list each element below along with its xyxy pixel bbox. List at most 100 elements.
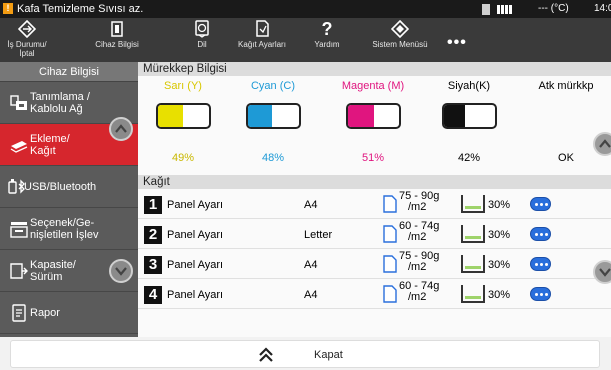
sidebar-item-label: USB/Bluetooth (24, 181, 97, 193)
paper-icon (383, 285, 397, 303)
paper-row[interactable]: 2 Panel Ayarı Letter 60 - 74g/m2 30% (138, 219, 611, 249)
paper-source-number: 2 (144, 226, 162, 244)
status-bar: ! Kafa Temizleme Sıvısı az. --- (°C) 14:… (0, 0, 611, 18)
ink-name: Cyan (C) (250, 80, 295, 92)
paper-row[interactable]: 4 Panel Ayarı A4 60 - 74g/m2 30% (138, 279, 611, 309)
paper-weight: 60 - 74g/m2 (399, 221, 439, 243)
sidebar-title: Cihaz Bilgisi (0, 62, 138, 82)
sidebar-item-option[interactable]: Seçenek/Ge- nişletilen İşlev (0, 208, 138, 250)
tray-level-icon (461, 285, 485, 303)
paper-weight: 75 - 90g/m2 (399, 191, 439, 213)
language-button[interactable]: Dil (190, 20, 214, 49)
tray-percent: 30% (488, 199, 511, 211)
paper-weight-line2: /m2 (408, 201, 427, 213)
main-panel: Mürekkep Bilgisi Sarı (Y) 49% Cyan (C) 4… (138, 62, 611, 337)
help-icon: ? (321, 19, 333, 39)
paper-source-number: 4 (144, 286, 162, 304)
chevron-up-icon (115, 124, 127, 133)
sidebar-item-usb-bluetooth[interactable]: USB/Bluetooth (0, 166, 138, 208)
ink-section: Sarı (Y) 49% Cyan (C) 48% Magenta (M) 51… (138, 76, 611, 175)
ink-section-title: Mürekkep Bilgisi (138, 62, 611, 76)
ink-name: Siyah(K) (447, 80, 491, 92)
job-status-label-1: İş Durumu/ (7, 40, 47, 49)
tray-level-icon (461, 225, 485, 243)
close-button[interactable]: Kapat (10, 340, 600, 368)
paper-size: Letter (304, 229, 333, 241)
help-label: Yardım (314, 40, 340, 49)
paper-source-number: 1 (144, 196, 162, 214)
chevron-up-icon (599, 139, 611, 148)
sidebar-scroll-up-button[interactable] (109, 117, 133, 141)
ink-percent: 49% (171, 152, 195, 164)
ink-scroll-up-button[interactable] (593, 132, 611, 156)
chevron-down-icon (599, 268, 611, 277)
device-info-button[interactable]: Cihaz Bilgisi (89, 20, 145, 49)
job-status-button[interactable]: İş Durumu/ İptal (6, 19, 48, 58)
more-button[interactable]: ••• (447, 34, 467, 52)
ink-gauge (156, 103, 211, 129)
close-label: Kapat (314, 349, 343, 361)
tray-level-icon (461, 195, 485, 213)
system-menu-label: Sistem Menüsü (372, 40, 428, 49)
sidebar-scroll-down-button[interactable] (109, 259, 133, 283)
ink-name: Atk mürkkp (538, 80, 594, 92)
sidebar-item-report[interactable]: Rapor (0, 292, 138, 334)
help-button[interactable]: ? Yardım (307, 20, 347, 49)
device-info-icon (108, 20, 126, 38)
paper-source-number: 3 (144, 256, 162, 274)
more-options-button[interactable] (530, 227, 551, 241)
temperature-readout: --- (°C) (538, 3, 569, 14)
paper-weight: 60 - 74g/m2 (399, 281, 439, 303)
paper-list: 1 Panel Ayarı A4 75 - 90g/m2 30% 2 Panel Ayarı… (138, 189, 611, 309)
paper-name: Panel Ayarı (167, 229, 224, 241)
paper-settings-button[interactable]: Kağıt Ayarları (232, 20, 292, 49)
toner-icon (482, 4, 490, 15)
paper-icon (383, 225, 397, 243)
job-status-label-2: İptal (19, 49, 35, 58)
more-options-button[interactable] (530, 257, 551, 271)
identification-icon (10, 94, 28, 112)
system-menu-icon (390, 19, 410, 39)
language-label: Dil (197, 40, 207, 49)
system-menu-button[interactable]: Sistem Menüsü (370, 19, 430, 49)
paper-row[interactable]: 3 Panel Ayarı A4 75 - 90g/m2 30% (138, 249, 611, 279)
chevron-down-icon (115, 267, 127, 276)
ink-gauge (346, 103, 401, 129)
paper-name: Panel Ayarı (167, 259, 224, 271)
ink-name: Magenta (M) (341, 80, 405, 92)
clock: 14:0 (594, 3, 611, 14)
warning-icon: ! (3, 3, 13, 14)
top-menu: İş Durumu/ İptal Cihaz Bilgisi Dil Kağıt… (0, 18, 611, 62)
tray-percent: 30% (488, 259, 511, 271)
option-icon (10, 220, 28, 238)
sidebar-item-label: Ekleme/ Kağıt (30, 133, 70, 157)
status-message: Kafa Temizleme Sıvısı az. (17, 3, 144, 15)
job-status-icon (17, 19, 37, 39)
more-options-button[interactable] (530, 287, 551, 301)
more-options-button[interactable] (530, 197, 551, 211)
paper-supply-icon (10, 136, 28, 154)
double-chevron-up-icon (258, 347, 274, 363)
sidebar: Cihaz Bilgisi Tanımlama / Kablolu Ağ Ekl… (0, 62, 138, 337)
report-icon (10, 304, 28, 322)
ink-percent: 48% (261, 152, 285, 164)
paper-settings-label: Kağıt Ayarları (238, 40, 286, 49)
device-info-label: Cihaz Bilgisi (95, 40, 139, 49)
ink-gauge (246, 103, 301, 129)
signal-bars-icon (497, 5, 512, 14)
paper-icon (383, 255, 397, 273)
tray-percent: 30% (488, 229, 511, 241)
paper-weight: 75 - 90g/m2 (399, 251, 439, 273)
paper-scroll-down-button[interactable] (593, 260, 611, 284)
tray-level-icon (461, 255, 485, 273)
paper-icon (383, 195, 397, 213)
sidebar-item-label: Tanımlama / Kablolu Ağ (30, 91, 90, 115)
sidebar-item-label: Kapasite/ Sürüm (30, 259, 76, 283)
paper-settings-icon (253, 20, 271, 38)
paper-row[interactable]: 1 Panel Ayarı A4 75 - 90g/m2 30% (138, 189, 611, 219)
sidebar-item-label: Seçenek/Ge- nişletilen İşlev (30, 217, 99, 241)
paper-size: A4 (304, 259, 318, 271)
paper-weight-line2: /m2 (408, 231, 427, 243)
paper-weight-line2: /m2 (408, 261, 427, 273)
paper-size: A4 (304, 199, 318, 211)
